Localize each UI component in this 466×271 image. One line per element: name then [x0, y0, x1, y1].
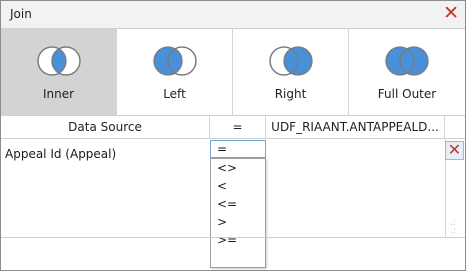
- operator-option-greater-or-equal[interactable]: >=: [211, 231, 265, 249]
- join-type-selector: Inner Left Right Full Outer: [1, 29, 465, 116]
- operator-select[interactable]: =: [210, 140, 266, 158]
- remove-clause-button[interactable]: ✕: [445, 141, 464, 160]
- join-dialog: Join ✕ Inner Left Right Full Outer Data …: [0, 0, 466, 271]
- header-spacer: [445, 116, 465, 138]
- close-icon[interactable]: ✕: [443, 3, 459, 23]
- join-type-label: Inner: [42, 87, 75, 101]
- header-data-source: Data Source: [1, 116, 210, 138]
- dialog-title: Join: [10, 7, 32, 21]
- join-type-right[interactable]: Right: [233, 29, 349, 115]
- header-right-source: UDF_RIAANT.ANTAPPEALD...: [266, 116, 445, 138]
- operator-option-not-equal[interactable]: <>: [211, 159, 265, 177]
- join-clause-header: Data Source = UDF_RIAANT.ANTAPPEALD...: [1, 116, 465, 139]
- join-type-label: Right: [274, 87, 307, 101]
- join-type-label: Full Outer: [377, 87, 437, 101]
- operator-dropdown-list: <> < <= > >=: [210, 158, 266, 268]
- join-type-left[interactable]: Left: [117, 29, 233, 115]
- join-type-full-outer[interactable]: Full Outer: [349, 29, 465, 115]
- operator-option-less-than[interactable]: <: [211, 177, 265, 195]
- venn-left-icon: [153, 46, 197, 76]
- join-type-inner[interactable]: Inner: [1, 29, 117, 115]
- venn-right-icon: [269, 46, 313, 76]
- title-bar: Join ✕: [1, 1, 465, 29]
- venn-inner-icon: [37, 46, 81, 76]
- operator-option-less-or-equal[interactable]: <=: [211, 195, 265, 213]
- venn-full-outer-icon: [385, 46, 429, 76]
- operator-option-greater-than[interactable]: >: [211, 213, 265, 231]
- resize-grip-icon[interactable]: .:.:: [450, 219, 456, 236]
- join-type-label: Left: [163, 87, 186, 101]
- header-operator: =: [210, 116, 266, 138]
- grid-bottom-divider: [1, 237, 465, 238]
- join-left-field[interactable]: Appeal Id (Appeal): [5, 147, 116, 161]
